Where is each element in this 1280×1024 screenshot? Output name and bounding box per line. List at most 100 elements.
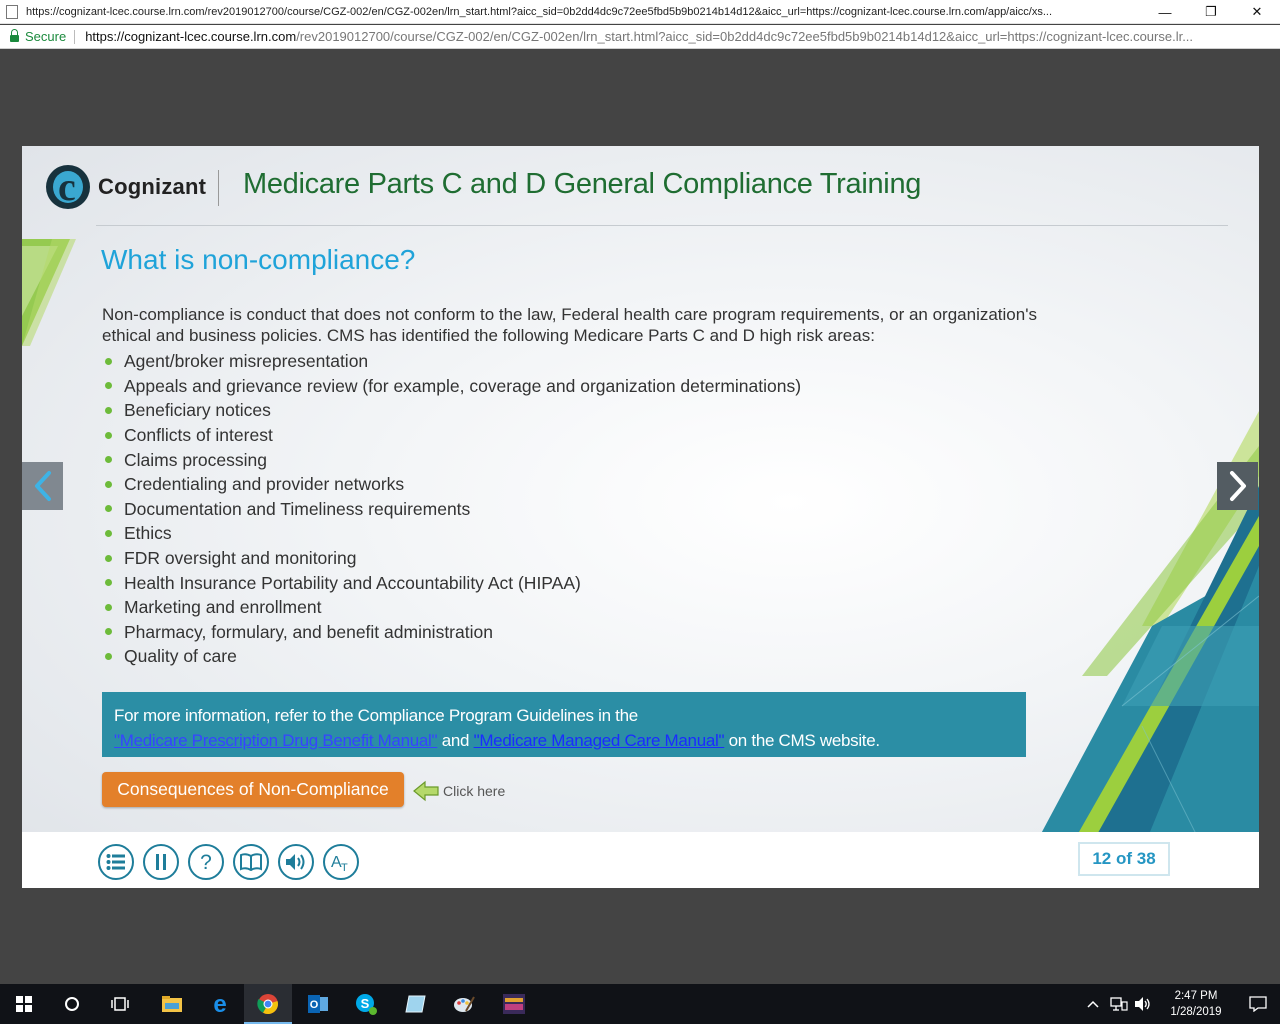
slide-heading: What is non-compliance? [101, 244, 416, 275]
taskbar-app-game[interactable] [490, 984, 538, 1024]
paint-app-icon [454, 996, 475, 1012]
help-button[interactable]: ? [188, 844, 224, 880]
list-item: Appeals and grievance review (for exampl… [102, 374, 801, 399]
text-size-button[interactable]: A T [323, 844, 359, 880]
list-item: Marketing and enrollment [102, 595, 801, 620]
windows-logo-icon [16, 996, 32, 1012]
bullet-icon [105, 554, 112, 562]
list-item: FDR oversight and monitoring [102, 546, 801, 571]
task-view-icon [111, 997, 129, 1011]
taskbar-outlook[interactable]: O [294, 984, 342, 1024]
info-and: and [437, 731, 474, 750]
url-host[interactable]: https://cognizant-lcec.course.lrn.com [85, 29, 296, 44]
close-button[interactable]: ✕ [1234, 0, 1280, 24]
pause-button[interactable] [143, 844, 179, 880]
info-line1: For more information, refer to the Compl… [114, 706, 638, 725]
list-item: Quality of care [102, 644, 801, 669]
bullet-icon [105, 431, 112, 439]
intro-paragraph: Non-compliance is conduct that does not … [102, 305, 1037, 345]
list-item: Pharmacy, formulary, and benefit adminis… [102, 620, 801, 645]
bullet-icon [105, 406, 112, 414]
audio-icon [286, 854, 305, 870]
logo-text: Cognizant [98, 174, 207, 199]
next-slide-button[interactable] [1217, 462, 1258, 510]
game-app-icon [503, 994, 525, 1014]
address-bar[interactable]: Secure https://cognizant-lcec.course.lrn… [0, 25, 1280, 49]
bullet-icon [105, 456, 112, 464]
address-separator [74, 29, 76, 44]
minimize-button[interactable]: — [1142, 0, 1188, 24]
restore-button[interactable]: ❐ [1188, 0, 1234, 24]
start-button[interactable] [0, 984, 48, 1024]
search-button[interactable] [48, 984, 96, 1024]
left-arrow-hint-icon [413, 780, 439, 802]
notes-app-icon [405, 995, 426, 1013]
taskbar-file-explorer[interactable] [148, 984, 196, 1024]
cortana-circle-icon [65, 997, 79, 1011]
svg-text:?: ? [200, 851, 212, 873]
list-item: Beneficiary notices [102, 398, 801, 423]
info-suffix: on the CMS website. [724, 731, 880, 750]
player-toolbar: ? A T 12 of 38 [22, 832, 1259, 888]
risk-area-list: Agent/broker misrepresentation Appeals a… [102, 349, 801, 669]
page-icon [6, 4, 18, 19]
audio-button[interactable] [278, 844, 314, 880]
click-hint-text: Click here [443, 783, 506, 799]
consequences-button[interactable]: Consequences of Non-Compliance [102, 772, 404, 807]
list-item: Ethics [102, 521, 801, 546]
network-icon[interactable] [1110, 996, 1128, 1012]
click-hint: Click here [413, 780, 505, 802]
clock-time: 2:47 PM [1174, 990, 1218, 1002]
list-item: Health Insurance Portability and Account… [102, 570, 801, 595]
bullet-icon [105, 357, 112, 365]
cognizant-logo-icon [46, 165, 90, 209]
bullet-icon [105, 652, 112, 660]
bullet-icon [105, 579, 112, 587]
pause-icon [156, 854, 166, 870]
bullet-icon [105, 603, 112, 611]
page-counter: 12 of 38 [1078, 842, 1170, 876]
secure-label: Secure [25, 29, 67, 44]
chrome-icon [257, 994, 278, 1015]
bullet-icon [105, 628, 112, 636]
taskbar-skype[interactable]: S [342, 984, 390, 1024]
header-rule [96, 225, 1228, 226]
prescription-drug-manual-link[interactable]: "Medicare Prescription Drug Benefit Manu… [114, 731, 438, 750]
task-view-button[interactable] [96, 984, 144, 1024]
chevron-right-icon [1229, 471, 1246, 501]
chevron-up-icon[interactable] [1086, 999, 1100, 1009]
header-divider [218, 170, 219, 206]
menu-icon [106, 854, 125, 870]
glossary-book-icon [240, 853, 262, 871]
list-item: Credentialing and provider networks [102, 472, 801, 497]
skype-icon: S [356, 994, 377, 1015]
action-center-button[interactable] [1236, 984, 1280, 1024]
bullet-icon [105, 505, 112, 513]
bullet-icon [105, 480, 112, 488]
edge-browser-icon: e [213, 993, 226, 1015]
previous-slide-button[interactable] [22, 462, 63, 510]
volume-icon[interactable] [1134, 996, 1152, 1012]
info-callout: For more information, refer to the Compl… [102, 692, 1026, 757]
help-icon: ? [200, 851, 212, 873]
bullet-icon [105, 529, 112, 537]
lock-icon [10, 29, 19, 42]
browser-title-bar: https://cognizant-lcec.course.lrn.com/re… [0, 0, 1280, 24]
taskbar-clock[interactable]: 2:47 PM 1/28/2019 [1156, 988, 1236, 1020]
menu-button[interactable] [98, 844, 134, 880]
svg-text:T: T [341, 862, 348, 872]
taskbar-edge[interactable]: e [196, 984, 244, 1024]
url-path[interactable]: /rev2019012700/course/CGZ-002/en/CGZ-002… [296, 29, 1256, 44]
list-item: Documentation and Timeliness requirement… [102, 497, 801, 522]
list-item: Agent/broker misrepresentation [102, 349, 801, 374]
glossary-button[interactable] [233, 844, 269, 880]
list-item: Claims processing [102, 447, 801, 472]
cognizant-logo: Cognizant [46, 165, 206, 209]
taskbar-app-paint[interactable] [440, 984, 488, 1024]
system-tray: 2:47 PM 1/28/2019 [1086, 984, 1280, 1024]
managed-care-manual-link[interactable]: "Medicare Managed Care Manual" [474, 731, 725, 750]
taskbar-chrome[interactable] [244, 984, 292, 1024]
taskbar-app-notes[interactable] [392, 984, 440, 1024]
text-size-icon: A T [331, 854, 348, 872]
svg-text:O: O [310, 999, 319, 1011]
